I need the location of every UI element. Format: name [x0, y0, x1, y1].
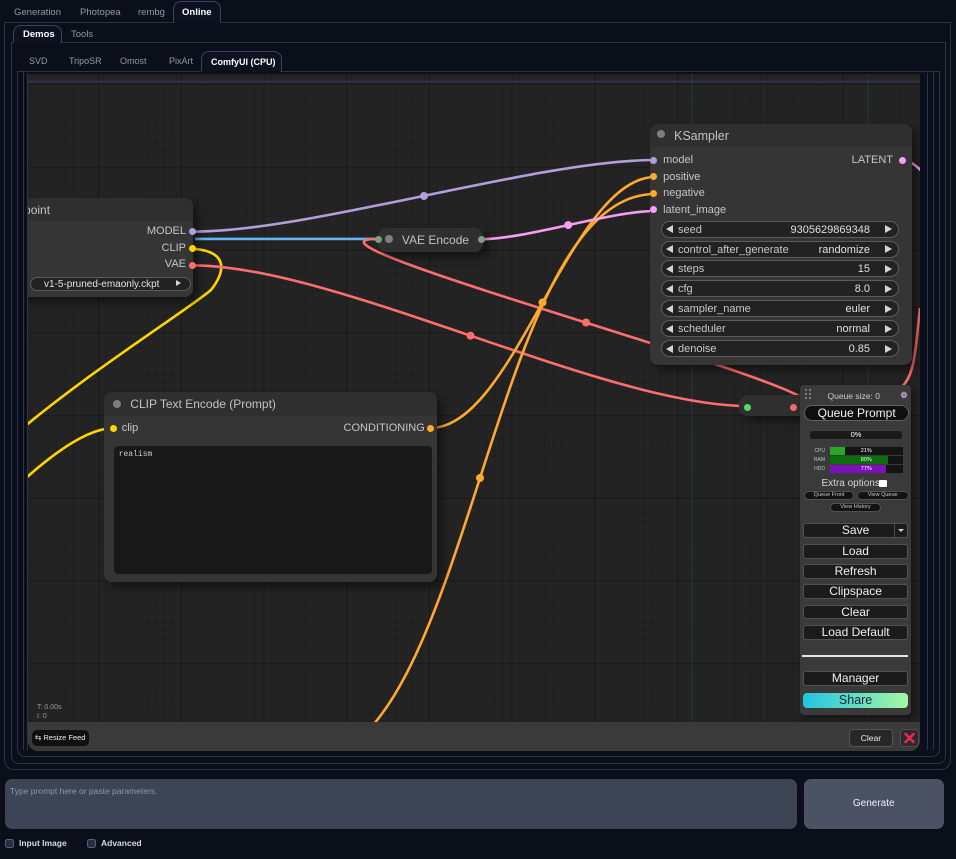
svg-text:I: 0: I: 0 — [37, 713, 47, 720]
svg-text:T: 0.00s: T: 0.00s — [37, 704, 62, 711]
